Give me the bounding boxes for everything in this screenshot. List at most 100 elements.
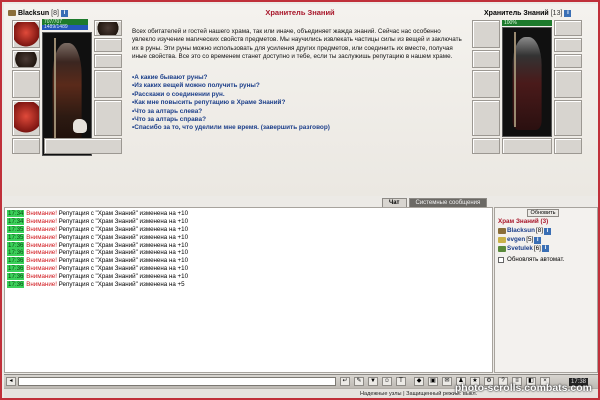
user-item[interactable]: Blacksun [8] i [498,227,552,236]
tab-system-messages[interactable]: Системные сообщения [408,198,488,207]
chat-log: 17:34 Внимание! Репутация с "Храм Знаний… [7,210,188,289]
npc-misc-slot [554,138,582,154]
tab-chat[interactable]: Чат [382,198,407,207]
earrings-slot[interactable] [12,50,40,68]
chat-mode-button[interactable]: ◂ [6,377,16,386]
npc-armor-slot [472,100,500,136]
chat-message: 17:35 Внимание! Репутация с "Храм Знаний… [7,225,189,234]
user-name[interactable]: evgen [507,236,525,245]
location-panel: Blacksun [8] i 707/707 1489/1489 Храните… [4,4,598,196]
belt-slot[interactable] [12,138,40,154]
auto-refresh-checkbox[interactable] [498,256,504,263]
clan-icon [8,10,16,16]
amulet-slot[interactable] [94,20,122,36]
message-timestamp[interactable]: 17:36 [7,273,25,281]
message-label: Внимание! [26,281,57,289]
message-text: Репутация с "Храм Знаний" изменена на +1… [56,217,189,225]
npc-amulet-slot [554,20,582,36]
message-label: Внимание! [26,233,57,241]
mail-icon[interactable]: ✉ [442,377,452,386]
filter-icon[interactable]: ▼ [368,377,378,386]
message-timestamp[interactable]: 17:36 [7,241,25,249]
info-icon[interactable]: i [564,9,572,17]
npc-figure [512,36,542,130]
info-icon[interactable]: i [541,245,549,253]
dialog-option[interactable]: Расскажи о соединении рун. [132,91,462,99]
clan-icon [498,245,506,252]
message-text: Репутация с "Храм Знаний" изменена на +1… [56,225,189,233]
user-level: [6] [533,244,541,252]
inventory-icon[interactable]: ▣ [428,377,438,386]
message-timestamp[interactable]: 17:36 [7,257,25,265]
npc-helmet-slot [472,20,500,48]
npc-weapon-slot [472,70,500,98]
dialog-option[interactable]: Из каких вещей можно получить руны? [132,82,462,90]
npc-dialog: Хранитель Знаний Всех обитателей и госте… [132,8,468,158]
npc-hp-bar: 100% [502,20,552,26]
smile-icon[interactable]: ☺ [382,377,392,386]
message-label: Внимание! [26,210,57,217]
translit-icon[interactable]: T [396,377,406,386]
npc-belt-slot [472,138,500,154]
npc-nick-row: Хранитель Знаний [13] i [484,8,572,18]
message-timestamp[interactable]: 17:36 [7,281,25,289]
npc-nick[interactable]: Хранитель Знаний [484,10,549,17]
armor-slot[interactable] [12,100,40,136]
clear-icon[interactable]: ✎ [354,377,364,386]
message-label: Внимание! [26,249,57,257]
info-icon[interactable]: i [544,227,552,235]
message-label: Внимание! [26,273,57,281]
dialog-options: А какие бывают руны? Из каких вещей можн… [132,74,462,133]
send-icon[interactable]: ↵ [340,377,350,386]
message-timestamp[interactable]: 17:34 [7,210,25,217]
room-title: Храм Знаний (3) [498,218,549,225]
pet-icon[interactable] [73,119,87,133]
dialog-option[interactable]: Что за алтарь слева? [132,108,462,116]
npc-boots-slots [502,138,552,154]
npc-avatar [502,27,552,137]
player-nick-row: Blacksun [8] i [8,8,68,18]
user-name[interactable]: Svetulek [507,245,533,254]
info-icon[interactable]: i [534,236,542,244]
gloves-slot[interactable] [94,54,122,68]
game-window: Blacksun [8] i 707/707 1489/1489 Храните… [0,0,600,400]
dialog-option[interactable]: Как мне повысить репутацию в Храме Знани… [132,99,462,107]
chat-panel[interactable]: 17:34 Внимание! Репутация с "Храм Знаний… [4,207,493,373]
message-label: Внимание! [26,265,57,273]
player-nick[interactable]: Blacksun [18,10,49,17]
staff-image [53,37,56,146]
player-mp-bar: 1489/1489 [42,25,88,30]
message-text: Репутация с "Храм Знаний" изменена на +1… [56,233,189,241]
helmet-slot[interactable] [12,20,40,48]
message-text: Репутация с "Храм Знаний" изменена на +1… [56,249,189,257]
message-timestamp[interactable]: 17:35 [7,225,25,233]
message-timestamp[interactable]: 17:36 [7,265,25,273]
clan-icon [498,237,506,244]
chat-message: 17:36 Внимание! Репутация с "Храм Знаний… [7,249,188,257]
weapon-slot[interactable] [12,70,40,98]
rings-slot[interactable] [94,38,122,52]
chat-input[interactable] [18,377,336,386]
message-timestamp[interactable]: 17:34 [7,217,25,225]
message-timestamp[interactable]: 17:35 [7,233,25,241]
refresh-button[interactable]: Обновить [527,209,559,217]
shield-slot[interactable] [94,70,122,98]
player-panel: Blacksun [8] i 707/707 1489/1489 [8,8,126,158]
npc-level: [13] [550,9,563,17]
user-name[interactable]: Blacksun [507,227,535,236]
chat-message: 17:36 Внимание! Репутация с "Храм Знаний… [7,273,188,281]
auto-refresh-row[interactable]: Обновлять автомат. [498,256,564,263]
user-item[interactable]: evgen [5] i [498,236,551,245]
user-level: [5] [526,235,534,243]
dialog-option[interactable]: Спасибо за то, что уделили мне время. (з… [132,124,462,132]
online-panel: Обновить Храм Знаний (3) Blacksun [8] i ev… [494,207,598,373]
npc-earrings-slot [472,50,500,68]
map-icon[interactable]: ◆ [414,377,424,386]
legs-slot[interactable] [94,100,122,136]
info-icon[interactable]: i [60,9,68,17]
user-item[interactable]: Svetulek [6] i [498,245,551,254]
chat-message: 17:34 Внимание! Репутация с "Храм Знаний… [7,217,189,226]
message-timestamp[interactable]: 17:36 [7,249,25,257]
boots-slots[interactable] [44,138,122,154]
message-label: Внимание! [26,241,57,249]
